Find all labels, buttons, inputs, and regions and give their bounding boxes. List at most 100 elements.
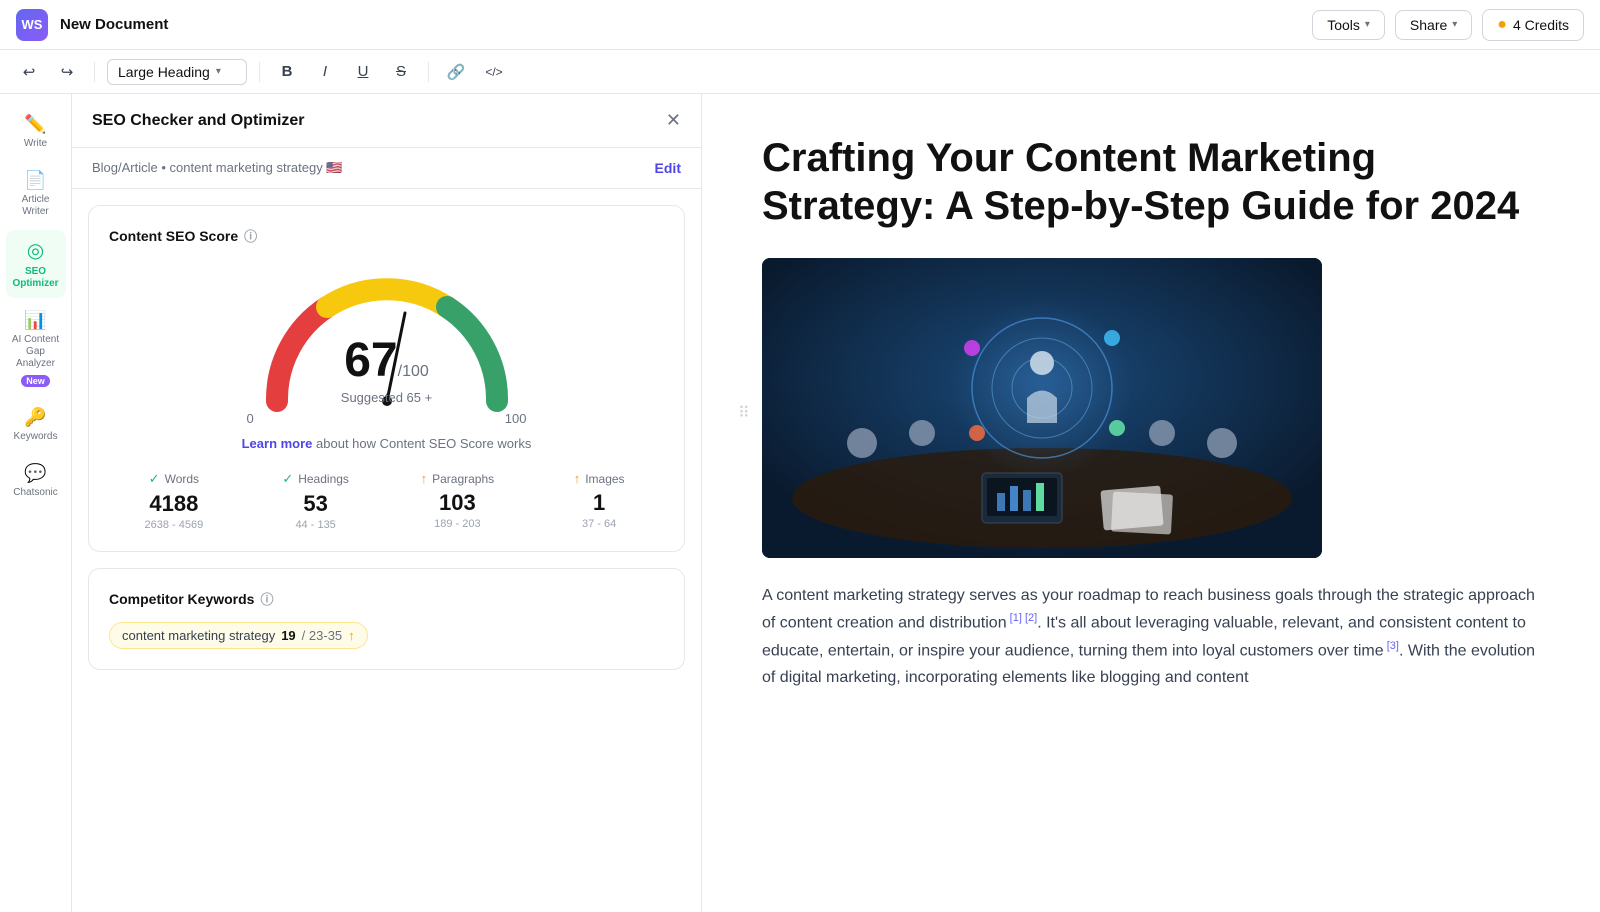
keyword-trend-icon: ↑ xyxy=(348,628,355,643)
panel-header: SEO Checker and Optimizer ✕ xyxy=(72,94,701,148)
italic-button[interactable]: I xyxy=(310,57,340,87)
doc-paragraph: A content marketing strategy serves as y… xyxy=(762,582,1540,691)
gauge-learn: Learn more about how Content SEO Score w… xyxy=(242,436,532,451)
heading-select-label: Large Heading xyxy=(118,64,210,80)
learn-more-link[interactable]: Learn more xyxy=(242,436,313,451)
seo-optimizer-icon: ◎ xyxy=(27,238,44,263)
stat-images-value: 1 xyxy=(534,490,664,516)
keyword-range: / 23-35 xyxy=(302,628,342,643)
share-button[interactable]: Share ▾ xyxy=(1395,10,1472,40)
score-max: /100 xyxy=(398,363,429,380)
keywords-title-text: Competitor Keywords xyxy=(109,591,254,607)
keywords-info-icon[interactable]: ⓘ xyxy=(260,589,273,608)
toolbar: ↩ ↪ Large Heading ▾ B I U S 🔗 </> xyxy=(0,50,1600,94)
stat-images-range: 37 - 64 xyxy=(534,518,664,530)
stat-words-header: ✓ Words xyxy=(109,471,239,487)
sidebar-item-ai-content-gap[interactable]: 📊 AI Content Gap Analyzer New xyxy=(6,302,66,395)
sidebar: ✏️ Write 📄 Article Writer ◎ SEO Optimize… xyxy=(0,94,72,912)
bold-button[interactable]: B xyxy=(272,57,302,87)
underline-button[interactable]: U xyxy=(348,57,378,87)
content-area: ⠿ Crafting Your Content Marketing Strate… xyxy=(702,94,1600,912)
link-button[interactable]: 🔗 xyxy=(441,57,471,87)
stat-images-label: Images xyxy=(585,472,624,486)
doc-image-inner xyxy=(762,258,1322,558)
tools-chevron-icon: ▾ xyxy=(1365,19,1370,30)
gauge-container: 67/100 Suggested 65 + 0 100 Learn more a… xyxy=(109,261,664,451)
ai-content-gap-icon: 📊 xyxy=(24,310,46,331)
tools-button[interactable]: Tools ▾ xyxy=(1312,10,1385,40)
sidebar-article-label: Article Writer xyxy=(12,194,60,218)
score-info-icon[interactable]: ⓘ xyxy=(244,226,257,245)
sidebar-item-article-writer[interactable]: 📄 Article Writer xyxy=(6,162,66,226)
chatsonic-icon: 💬 xyxy=(24,463,46,484)
toolbar-separator-3 xyxy=(428,62,429,82)
stat-headings-range: 44 - 135 xyxy=(251,519,381,531)
stats-row: ✓ Words 4188 2638 - 4569 ✓ Headings 53 4… xyxy=(109,471,664,531)
app-logo: WS xyxy=(16,9,48,41)
stat-paragraphs-header: ↑ Paragraphs xyxy=(393,471,523,486)
score-value: 67 xyxy=(344,334,397,387)
content-wrapper: ⠿ Crafting Your Content Marketing Strate… xyxy=(762,134,1540,691)
competitor-keywords-card: Competitor Keywords ⓘ content marketing … xyxy=(88,568,685,670)
sidebar-chatsonic-label: Chatsonic xyxy=(13,487,57,499)
sidebar-item-seo-optimizer[interactable]: ◎ SEO Optimizer xyxy=(6,230,66,298)
doc-hero-image xyxy=(762,258,1322,558)
topbar-right: Tools ▾ Share ▾ ● 4 Credits xyxy=(1312,9,1584,41)
score-title: Content SEO Score ⓘ xyxy=(109,226,664,245)
redo-button[interactable]: ↪ xyxy=(52,57,82,87)
undo-button[interactable]: ↩ xyxy=(14,57,44,87)
credits-label: 4 Credits xyxy=(1513,17,1569,33)
main-layout: ✏️ Write 📄 Article Writer ◎ SEO Optimize… xyxy=(0,94,1600,912)
images-arrow-icon: ↑ xyxy=(574,471,581,486)
sidebar-ai-content-label: AI Content Gap Analyzer xyxy=(12,334,60,370)
stat-images-header: ↑ Images xyxy=(534,471,664,486)
stat-words-range: 2638 - 4569 xyxy=(109,519,239,531)
stat-paragraphs-range: 189 - 203 xyxy=(393,518,523,530)
paragraphs-arrow-icon: ↑ xyxy=(421,471,428,486)
sidebar-item-write[interactable]: ✏️ Write xyxy=(6,106,66,158)
sidebar-write-label: Write xyxy=(24,138,47,150)
stat-paragraphs: ↑ Paragraphs 103 189 - 203 xyxy=(393,471,523,531)
panel-close-button[interactable]: ✕ xyxy=(666,110,681,131)
new-badge: New xyxy=(21,375,50,387)
keyword-count: 19 xyxy=(281,628,295,643)
stat-headings-value: 53 xyxy=(251,491,381,517)
stat-paragraphs-value: 103 xyxy=(393,490,523,516)
strikethrough-button[interactable]: S xyxy=(386,57,416,87)
headings-check-icon: ✓ xyxy=(282,471,293,487)
stat-words-value: 4188 xyxy=(109,491,239,517)
code-button[interactable]: </> xyxy=(479,57,509,87)
article-writer-icon: 📄 xyxy=(24,170,46,191)
panel-meta: Blog/Article • content marketing strateg… xyxy=(72,148,701,189)
drag-handle-icon[interactable]: ⠿ xyxy=(738,403,750,423)
seo-panel: SEO Checker and Optimizer ✕ Blog/Article… xyxy=(72,94,702,912)
topbar: WS New Document Tools ▾ Share ▾ ● 4 Cred… xyxy=(0,0,1600,50)
panel-edit-link[interactable]: Edit xyxy=(655,160,681,176)
score-title-text: Content SEO Score xyxy=(109,228,238,244)
stat-words: ✓ Words 4188 2638 - 4569 xyxy=(109,471,239,531)
citation-1-2: [1] [2] xyxy=(1007,612,1038,624)
stat-headings-header: ✓ Headings xyxy=(251,471,381,487)
keyword-tag[interactable]: content marketing strategy 19 / 23-35 ↑ xyxy=(109,622,368,649)
stat-words-label: Words xyxy=(165,472,199,486)
panel-meta-text: Blog/Article • content marketing strateg… xyxy=(92,160,343,176)
doc-title: New Document xyxy=(60,16,1300,33)
sidebar-keywords-label: Keywords xyxy=(14,431,58,443)
sidebar-item-chatsonic[interactable]: 💬 Chatsonic xyxy=(6,455,66,507)
keywords-title: Competitor Keywords ⓘ xyxy=(109,589,664,608)
sidebar-item-keywords[interactable]: 🔑 Keywords xyxy=(6,399,66,451)
write-icon: ✏️ xyxy=(24,114,46,135)
keywords-icon: 🔑 xyxy=(24,407,46,428)
sidebar-seo-label: SEO Optimizer xyxy=(12,266,60,290)
credits-button[interactable]: ● 4 Credits xyxy=(1482,9,1584,41)
share-chevron-icon: ▾ xyxy=(1452,19,1457,30)
stat-headings-label: Headings xyxy=(298,472,349,486)
heading-chevron-icon: ▾ xyxy=(216,66,221,77)
score-card: Content SEO Score ⓘ xyxy=(88,205,685,552)
words-check-icon: ✓ xyxy=(149,471,160,487)
heading-select[interactable]: Large Heading ▾ xyxy=(107,59,247,85)
stat-images: ↑ Images 1 37 - 64 xyxy=(534,471,664,531)
doc-main-title: Crafting Your Content Marketing Strategy… xyxy=(762,134,1540,230)
stat-headings: ✓ Headings 53 44 - 135 xyxy=(251,471,381,531)
panel-title: SEO Checker and Optimizer xyxy=(92,112,305,130)
